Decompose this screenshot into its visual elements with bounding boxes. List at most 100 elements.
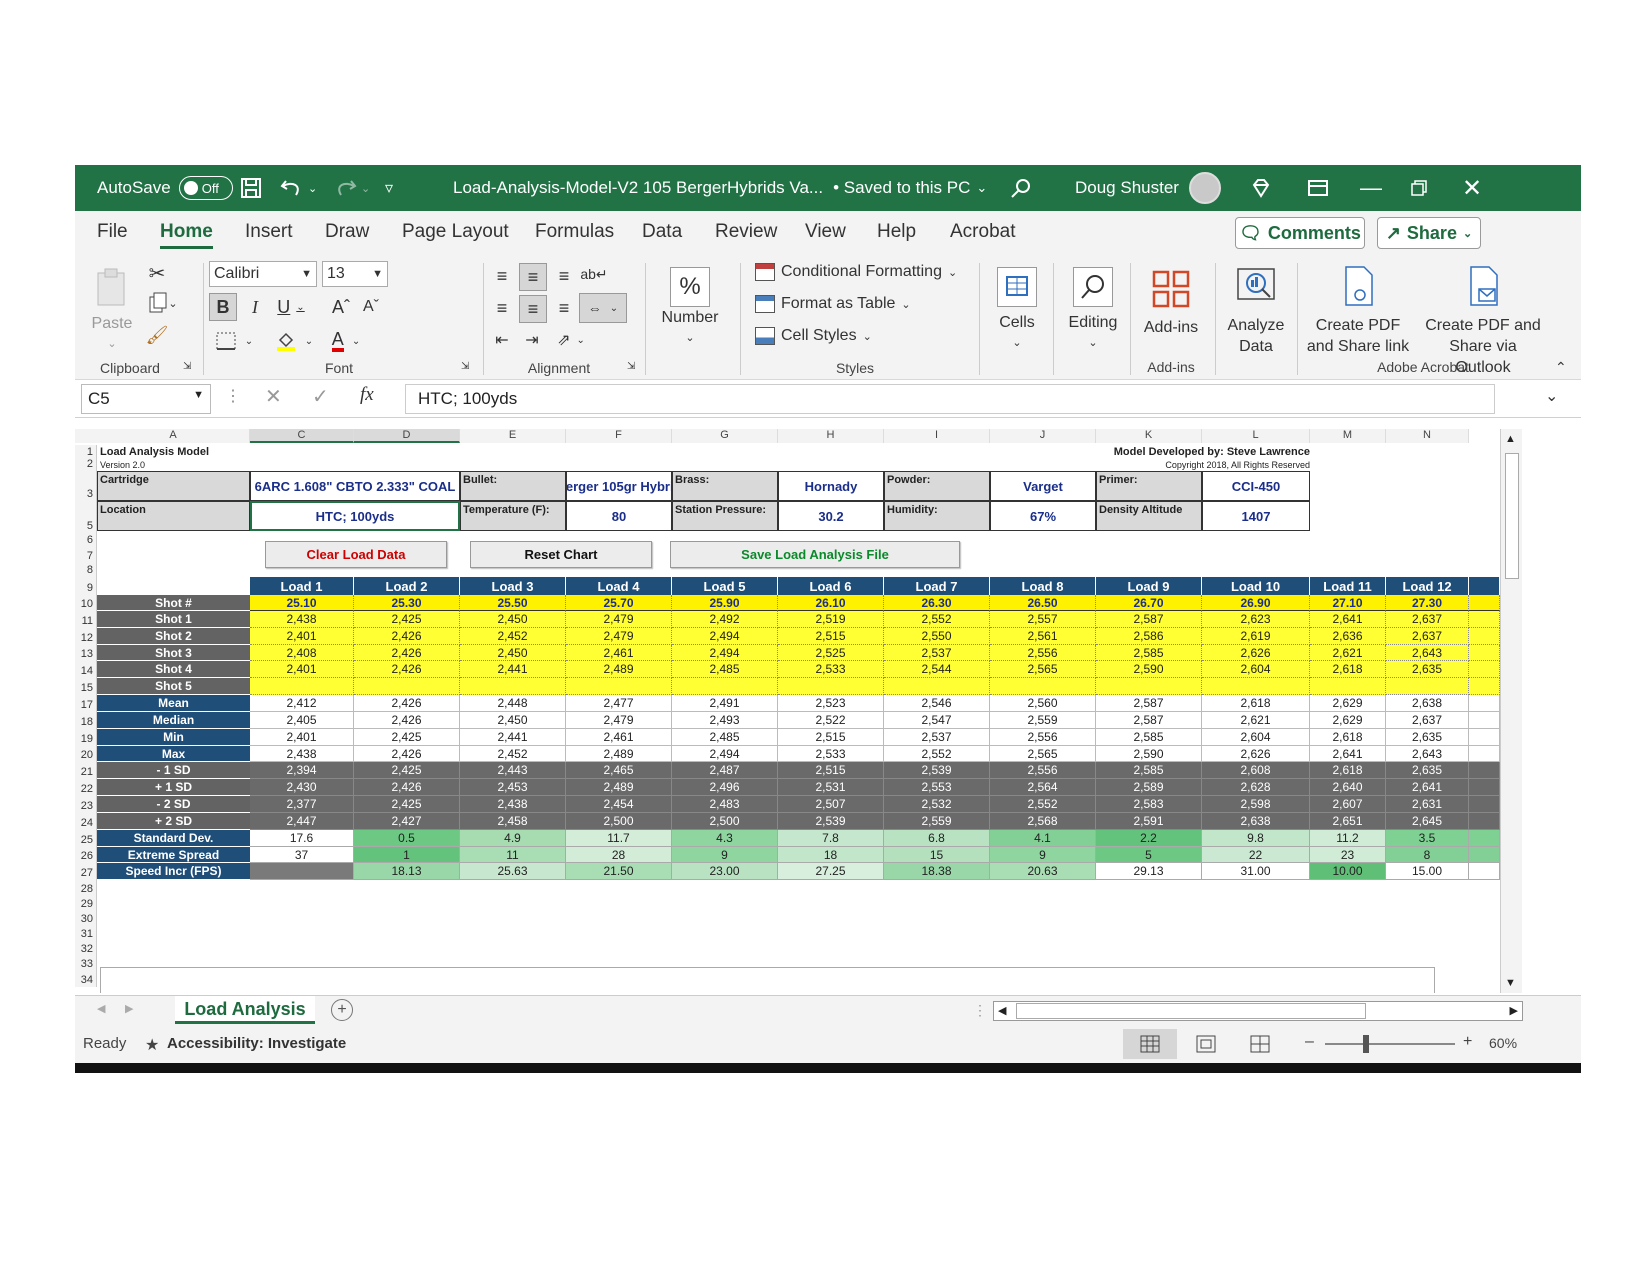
std-dev-cell[interactable]: 4.1 [990,830,1096,847]
sd-cell[interactable]: 2,618 [1310,762,1386,779]
stat-cell[interactable]: 2,401 [250,729,354,746]
scroll-down-icon[interactable]: ▼ [1505,977,1516,989]
accessibility-status[interactable]: Accessibility: Investigate [167,1035,346,1052]
sd-cell[interactable]: 2,589 [1096,779,1202,796]
row-header-24[interactable]: 24 [75,813,97,830]
speed-incr-cell[interactable] [250,863,354,880]
sd-cell[interactable]: 2,438 [460,796,566,813]
shot-cell[interactable]: 2,637 [1386,611,1469,628]
shot-cell[interactable]: 2,585 [1096,645,1202,661]
sd-cell[interactable]: 2,496 [672,779,778,796]
column-header-m[interactable]: M [1310,429,1386,443]
alignment-launcher-icon[interactable]: ⇲ [627,361,635,372]
worksheet-grid[interactable]: A C D E F G H I J K L M N 1 2 3 5 6 7 8 9 10 11 12 13 14 15 17 18 19 2… [75,429,1500,993]
sd-cell[interactable]: 2,645 [1386,813,1469,830]
sd-cell[interactable]: 2,531 [778,779,884,796]
stat-cell[interactable]: 2,621 [1202,712,1310,729]
bullet-value[interactable]: Berger 105gr Hybrid [566,471,672,501]
shot-cell[interactable] [1096,678,1202,695]
sd-cell[interactable]: 2,430 [250,779,354,796]
brass-value[interactable]: Hornady [778,471,884,501]
zoom-slider[interactable] [1325,1035,1455,1053]
row-header-2[interactable]: 2 [75,458,97,471]
row-header-20[interactable]: 20 [75,746,97,762]
name-box[interactable]: C5 ▼ [81,384,211,414]
vertical-scroll-thumb[interactable] [1505,453,1519,579]
stat-cell[interactable]: 2,552 [884,746,990,762]
shot-cell[interactable] [1202,678,1310,695]
row-header-11[interactable]: 11 [75,611,97,628]
stat-cell[interactable]: 2,547 [884,712,990,729]
stat-cell[interactable]: 2,546 [884,695,990,712]
sd-cell[interactable]: 2,483 [672,796,778,813]
sd-cell[interactable]: 2,394 [250,762,354,779]
stat-cell[interactable]: 2,629 [1310,695,1386,712]
stat-cell[interactable]: 2,533 [778,746,884,762]
addins-button[interactable]: Add-ins [1135,267,1207,338]
row-header-3[interactable]: 3 [75,471,97,501]
row-header-33[interactable]: 33 [75,956,97,971]
shot-cell[interactable]: 2,452 [460,628,566,645]
shot-cell[interactable]: 2,623 [1202,611,1310,628]
sd-cell[interactable]: 2,447 [250,813,354,830]
speed-incr-cell[interactable]: 23.00 [672,863,778,880]
shot-cell[interactable]: 2,552 [884,611,990,628]
stat-cell[interactable]: 2,493 [672,712,778,729]
vertical-scrollbar[interactable]: ▲ ▼ [1500,429,1522,993]
tab-page-layout[interactable]: Page Layout [402,221,509,243]
sd-cell[interactable]: 2,426 [354,779,460,796]
stat-cell[interactable]: 2,635 [1386,729,1469,746]
shot-cell[interactable]: 2,438 [250,611,354,628]
shot-cell[interactable]: 2,626 [1202,645,1310,661]
dialog-launcher-icon[interactable]: ⇲ [183,361,191,372]
reset-chart-button[interactable]: Reset Chart [470,541,652,568]
bold-icon[interactable]: B [209,293,237,321]
shot-cell[interactable]: 2,494 [672,628,778,645]
temperature-value[interactable]: 80 [566,501,672,531]
row-header-5[interactable]: 5 [75,501,97,533]
shot-cell[interactable]: 2,641 [1310,611,1386,628]
shot-cell[interactable]: 2,557 [990,611,1096,628]
new-sheet-icon[interactable]: + [331,999,353,1021]
powder-value[interactable]: Varget [990,471,1096,501]
format-painter-icon[interactable]: 🖌 [145,323,169,347]
speed-incr-cell[interactable]: 21.50 [566,863,672,880]
stat-cell[interactable]: 2,450 [460,712,566,729]
accessibility-icon[interactable]: ★ [145,1035,159,1055]
shot-cell[interactable]: 2,619 [1202,628,1310,645]
stat-cell[interactable]: 2,494 [672,746,778,762]
sd-cell[interactable]: 2,539 [884,762,990,779]
shot-cell[interactable]: 2,426 [354,628,460,645]
extreme-spread-cell[interactable]: 37 [250,847,354,863]
row-header-13[interactable]: 13 [75,645,97,661]
stat-cell[interactable]: 2,587 [1096,712,1202,729]
underline-icon[interactable]: U ⌄ [271,293,311,321]
row-header-1[interactable]: 1 [75,445,97,459]
font-name-select[interactable]: Calibri ▼ [209,261,317,287]
stat-cell[interactable]: 2,479 [566,712,672,729]
tab-draw[interactable]: Draw [325,221,369,243]
stat-cell[interactable]: 2,461 [566,729,672,746]
sd-cell[interactable]: 2,564 [990,779,1096,796]
charge-cell[interactable]: 25.10 [250,595,354,611]
row-header-21[interactable]: 21 [75,762,97,779]
clear-load-data-button[interactable]: Clear Load Data [265,541,447,568]
shot-cell[interactable] [990,678,1096,695]
shot-cell[interactable]: 2,587 [1096,611,1202,628]
scroll-up-icon[interactable]: ▲ [1505,433,1516,445]
tab-insert[interactable]: Insert [245,221,293,243]
column-header-c[interactable]: C [250,429,354,443]
cell-styles-button[interactable]: Cell Styles ⌄ [755,327,872,345]
speed-incr-cell[interactable]: 15.00 [1386,863,1469,880]
row-header-31[interactable]: 31 [75,926,97,941]
primer-value[interactable]: CCI-450 [1202,471,1310,501]
sd-cell[interactable]: 2,640 [1310,779,1386,796]
charge-cell[interactable]: 26.50 [990,595,1096,611]
stat-cell[interactable]: 2,556 [990,729,1096,746]
tab-acrobat[interactable]: Acrobat [950,221,1015,243]
extreme-spread-cell[interactable]: 1 [354,847,460,863]
sd-cell[interactable]: 2,631 [1386,796,1469,813]
page-layout-view-icon[interactable] [1181,1029,1231,1059]
shot-cell[interactable] [672,678,778,695]
column-header-g[interactable]: G [672,429,778,443]
